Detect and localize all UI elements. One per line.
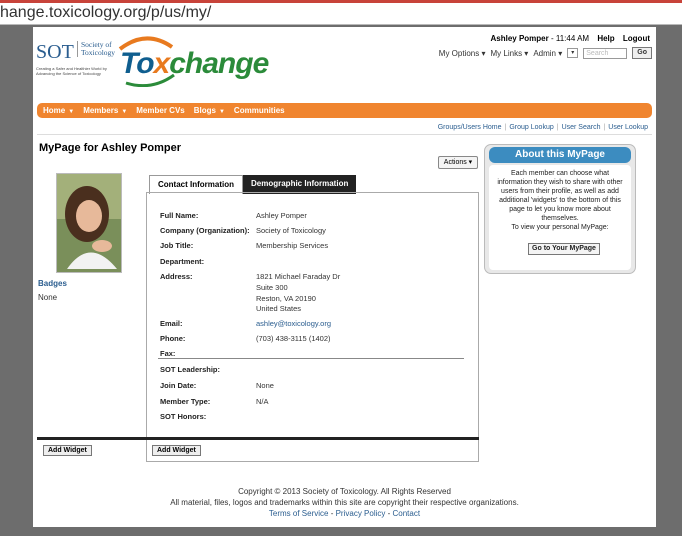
badges-heading: Badges <box>38 279 67 288</box>
email-link[interactable]: ashley@toxicology.org <box>256 319 331 328</box>
terms-of-service-link[interactable]: Terms of Service <box>269 509 329 518</box>
nav-home[interactable]: Home ▼ <box>43 106 74 115</box>
sot-logo[interactable]: SOT Society of Toxicology Creating a Safe… <box>36 41 116 81</box>
address-line-1: 1821 Michael Faraday Dr <box>256 272 341 281</box>
phone-value: (703) 438-3115 (1402) <box>256 334 331 343</box>
about-mypage-body: Each member can choose what information … <box>489 165 631 270</box>
footer-copyright: Copyright © 2013 Society of Toxicology. … <box>238 487 451 496</box>
about-mypage-title: About this MyPage <box>489 147 631 163</box>
go-to-your-mypage-button[interactable]: Go to Your MyPage <box>528 243 600 255</box>
about-mypage-box: About this MyPage Each member can choose… <box>484 144 636 274</box>
help-link[interactable]: Help <box>597 34 614 43</box>
about-mypage-text: Each member can choose what information … <box>497 170 623 222</box>
job-title-value: Membership Services <box>256 241 329 250</box>
user-lookup-link[interactable]: User Lookup <box>608 124 648 131</box>
member-type-label: Member Type: <box>160 397 211 406</box>
actions-button[interactable]: Actions ▾ <box>438 156 478 169</box>
privacy-policy-link[interactable]: Privacy Policy <box>336 509 386 518</box>
widget-bar <box>37 437 479 440</box>
logout-link[interactable]: Logout <box>623 34 650 43</box>
separator: | <box>556 124 559 131</box>
nav-member-cvs[interactable]: Member CVs <box>136 106 184 115</box>
toxchange-logo-text: Toxchange <box>120 47 269 80</box>
user-name[interactable]: Ashley Pomper <box>491 34 549 43</box>
search-input[interactable]: Search <box>583 47 628 59</box>
nav-blogs[interactable]: Blogs ▼ <box>194 106 225 115</box>
user-bar: Ashley Pomper - 11:44 AM Help Logout <box>491 34 651 43</box>
join-date-label: Join Date: <box>160 381 197 390</box>
footer-links: Terms of Service - Privacy Policy - Cont… <box>268 509 421 518</box>
address-label: Address: <box>160 272 193 281</box>
toxchange-logo[interactable]: Toxchange <box>116 35 269 87</box>
profile-photo-image <box>57 174 121 272</box>
user-menus: My Options ▾ My Links ▾ Admin ▾ ▾ Search… <box>439 47 652 59</box>
separator: | <box>603 124 606 131</box>
company-label: Company (Organization): <box>160 226 250 235</box>
admin-menu[interactable]: Admin ▾ <box>533 49 562 58</box>
divider <box>158 358 464 359</box>
separator: | <box>504 124 507 131</box>
my-options-menu[interactable]: My Options ▾ <box>439 49 486 58</box>
address-line-2: Suite 300 <box>256 283 288 292</box>
address-line-4: United States <box>256 304 302 313</box>
full-name-label: Full Name: <box>160 211 199 220</box>
address-line-3: Reston, VA 20190 <box>256 294 316 303</box>
browser-top-line <box>0 0 682 3</box>
job-title-label: Job Title: <box>160 241 194 250</box>
email-label: Email: <box>160 319 183 328</box>
add-widget-button-right[interactable]: Add Widget <box>152 445 201 456</box>
sot-leadership-label: SOT Leadership: <box>160 365 221 374</box>
contact-link[interactable]: Contact <box>393 509 421 518</box>
user-search-link[interactable]: User Search <box>562 124 601 131</box>
member-type-value: N/A <box>256 397 269 406</box>
profile-tabs: Contact Information Demographic Informat… <box>149 175 357 194</box>
browser-address-bar[interactable]: hange.toxicology.org/p/us/my/ <box>0 0 682 25</box>
sot-honors-label: SOT Honors: <box>160 412 207 421</box>
chevron-down-icon: ▼ <box>68 109 75 115</box>
nav-communities[interactable]: Communities <box>234 106 285 115</box>
nav-members[interactable]: Members ▼ <box>83 106 127 115</box>
chevron-down-icon: ▼ <box>121 109 128 115</box>
go-button[interactable]: Go <box>632 47 652 59</box>
current-time: - 11:44 AM <box>550 34 590 43</box>
add-widget-button-left[interactable]: Add Widget <box>43 445 92 456</box>
groups-users-home-link[interactable]: Groups/Users Home <box>438 124 502 131</box>
join-date-value: None <box>256 381 274 390</box>
chevron-down-icon: ▼ <box>218 109 225 115</box>
main-nav: Home ▼ Members ▼ Member CVs Blogs ▼ Communi… <box>37 103 652 118</box>
company-value: Society of Toxicology <box>256 226 326 235</box>
page-title: MyPage for Ashley Pomper <box>39 142 182 154</box>
sot-logo-name: Society of Toxicology <box>77 41 115 57</box>
address-url[interactable]: hange.toxicology.org/p/us/my/ <box>0 4 211 22</box>
group-lookup-link[interactable]: Group Lookup <box>509 124 553 131</box>
department-label: Department: <box>160 257 205 266</box>
my-links-menu[interactable]: My Links ▾ <box>491 49 529 58</box>
full-name-value: Ashley Pomper <box>256 211 307 220</box>
sub-nav: Groups/Users Home | Group Lookup | User Sear… <box>438 124 648 131</box>
profile-photo <box>56 173 122 273</box>
footer-notice: All material, files, logos and trademark… <box>170 498 519 507</box>
sot-logo-tagline: Creating a Safer and Healthier World by … <box>36 66 107 76</box>
sot-logo-text: SOT <box>36 41 74 63</box>
badges-value: None <box>38 293 58 302</box>
divider <box>37 134 652 135</box>
about-mypage-cta: To view your personal MyPage: <box>511 224 609 231</box>
page: SOT Society of Toxicology Creating a Safe… <box>33 27 656 527</box>
phone-label: Phone: <box>160 334 186 343</box>
search-scope-select[interactable]: ▾ <box>567 48 579 58</box>
fax-label: Fax: <box>160 349 176 358</box>
